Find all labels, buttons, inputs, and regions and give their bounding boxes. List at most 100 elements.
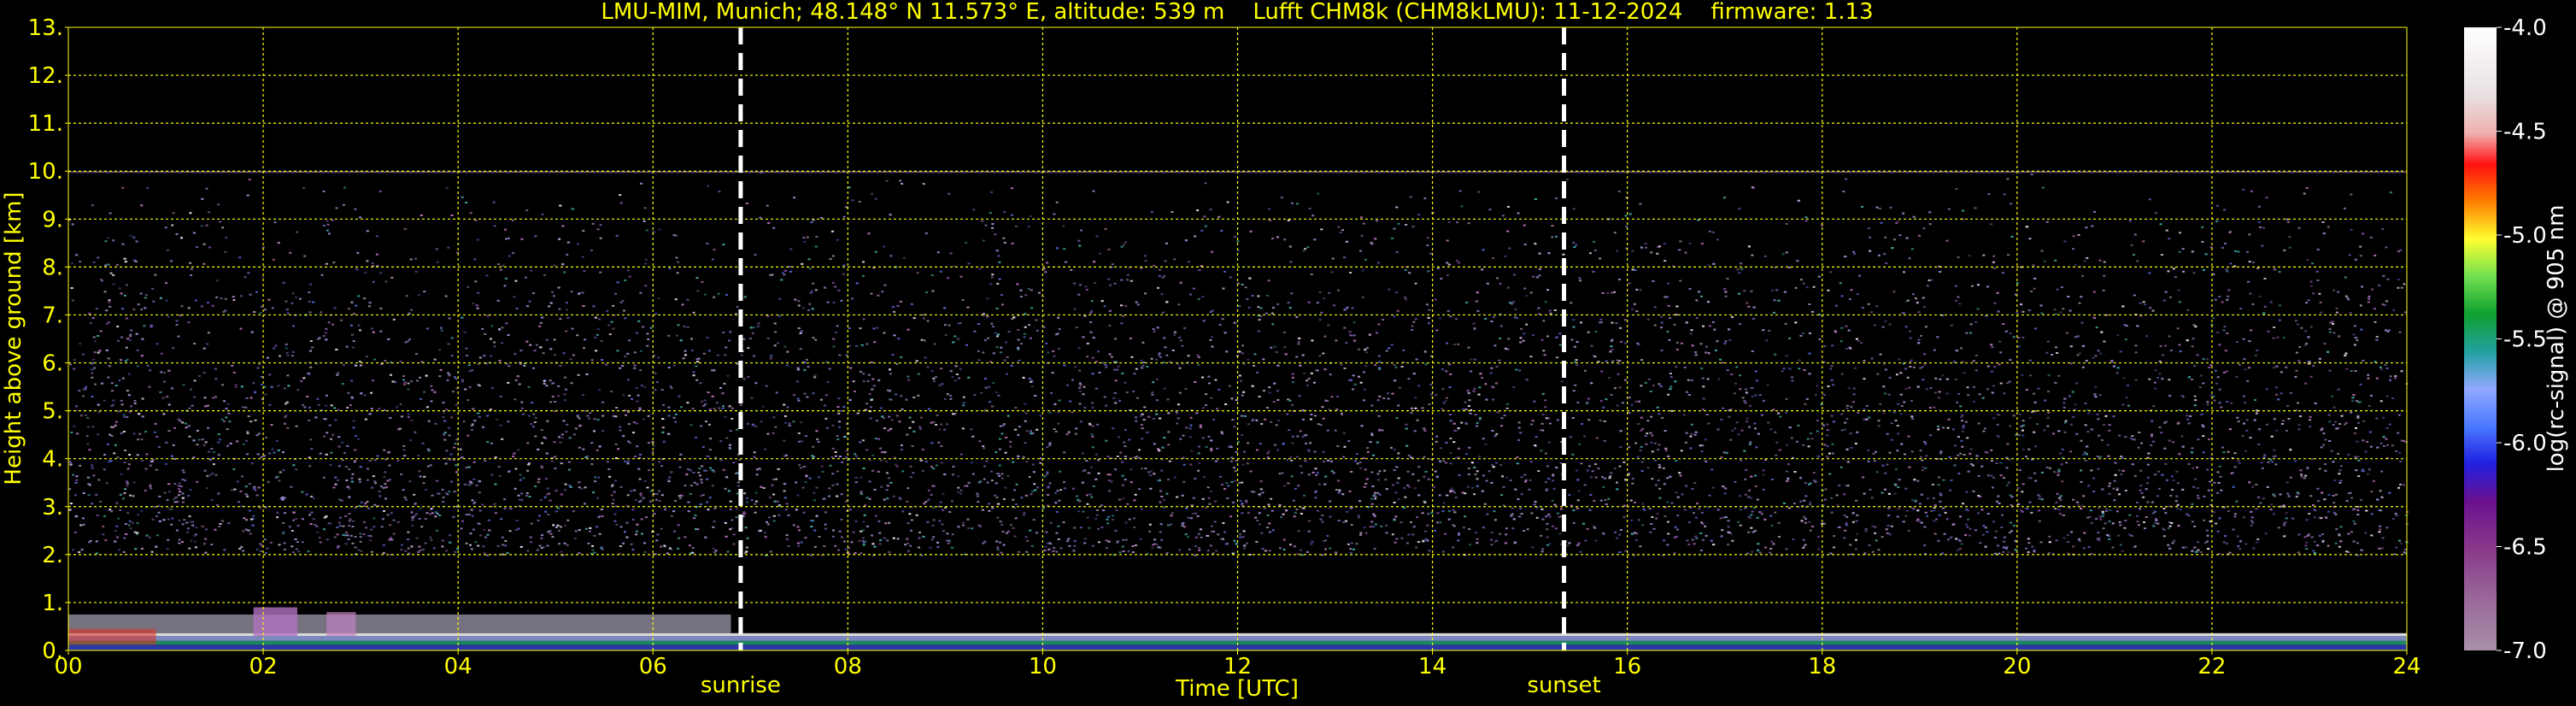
noise-dot (795, 509, 798, 511)
noise-dot (951, 533, 954, 536)
noise-dot (1288, 245, 1292, 248)
noise-dot (2382, 274, 2385, 277)
noise-dot (1610, 472, 1613, 474)
noise-dot (2306, 259, 2309, 261)
noise-dot (1904, 487, 1908, 490)
noise-dot (1525, 379, 1529, 381)
noise-dot (1676, 515, 1680, 517)
noise-dot (2043, 429, 2046, 432)
noise-dot (1453, 511, 1457, 514)
plot-area (67, 26, 2409, 651)
noise-dot (1121, 484, 1124, 486)
noise-dot (2177, 289, 2180, 291)
noise-dot (2192, 338, 2195, 340)
noise-dot (2255, 483, 2258, 485)
noise-dot (527, 385, 531, 388)
noise-dot (1434, 529, 1437, 532)
noise-dot (2313, 516, 2316, 519)
noise-dot (490, 338, 492, 340)
noise-dot (1704, 438, 1707, 441)
noise-dot (1754, 370, 1757, 373)
noise-dot (839, 409, 842, 412)
noise-dot (2303, 344, 2307, 347)
noise-dot (1593, 240, 1596, 243)
noise-dot (2282, 522, 2286, 525)
noise-dot (1904, 387, 1908, 390)
noise-dot (764, 532, 767, 534)
noise-dot (983, 339, 987, 342)
noise-dot (454, 550, 457, 553)
noise-dot (2097, 532, 2100, 534)
noise-dot (73, 425, 76, 427)
noise-dot (1213, 521, 1217, 523)
noise-dot (2152, 405, 2156, 407)
noise-dot (415, 513, 419, 515)
noise-dot (1845, 515, 1849, 518)
noise-dot (1149, 470, 1153, 473)
noise-dot (1127, 550, 1130, 552)
noise-dot (410, 309, 413, 311)
noise-dot (1867, 303, 1870, 305)
noise-dot (1257, 306, 1260, 309)
noise-dot (1817, 548, 1821, 550)
noise-dot (1740, 262, 1742, 265)
noise-dot (1767, 421, 1770, 424)
noise-dot (1460, 205, 1464, 208)
noise-dot (1877, 254, 1881, 256)
noise-dot (1908, 257, 1911, 260)
noise-dot (1611, 321, 1614, 324)
noise-dot (465, 347, 468, 350)
noise-dot (2338, 545, 2341, 548)
noise-dot (501, 544, 504, 546)
noise-dot (415, 353, 418, 355)
noise-dot (1188, 548, 1191, 550)
noise-dot (1134, 493, 1137, 496)
noise-dot (1257, 295, 1260, 297)
noise-dot (2257, 221, 2261, 223)
noise-dot (1693, 433, 1697, 436)
noise-dot (2257, 496, 2260, 498)
noise-dot (658, 500, 661, 503)
noise-dot (193, 379, 197, 382)
noise-dot (1196, 354, 1200, 356)
noise-dot (1854, 367, 1857, 369)
noise-dot (2193, 395, 2197, 397)
noise-dot (2139, 485, 2143, 487)
noise-dot (2027, 448, 2031, 450)
noise-dot (2208, 367, 2211, 368)
noise-dot (311, 346, 314, 349)
noise-dot (836, 438, 840, 440)
noise-dot (1190, 450, 1194, 452)
noise-dot (1555, 235, 1558, 238)
noise-dot (2063, 402, 2066, 404)
noise-dot (951, 500, 954, 503)
noise-dot (961, 298, 965, 301)
noise-dot (751, 332, 754, 334)
noise-dot (994, 332, 997, 334)
noise-dot (414, 257, 417, 260)
noise-dot (595, 350, 597, 352)
noise-dot (268, 374, 272, 376)
noise-dot (2074, 403, 2077, 406)
noise-dot (1472, 322, 1476, 325)
noise-dot (2164, 512, 2168, 515)
noise-dot (384, 471, 387, 474)
noise-dot (2197, 438, 2200, 441)
noise-dot (555, 510, 558, 513)
noise-dot (598, 389, 601, 391)
noise-dot (614, 479, 617, 482)
noise-dot (513, 398, 517, 401)
noise-dot (1105, 547, 1108, 549)
noise-dot (1359, 250, 1363, 252)
noise-dot (2325, 517, 2328, 519)
noise-dot (1790, 437, 1793, 439)
noise-dot (2146, 476, 2150, 479)
noise-dot (970, 462, 973, 464)
noise-dot (674, 500, 678, 503)
noise-dot (2258, 295, 2262, 297)
noise-dot (2048, 467, 2051, 469)
noise-dot (346, 445, 349, 447)
noise-dot (119, 359, 122, 362)
noise-dot (785, 503, 789, 505)
noise-dot (1468, 528, 1471, 531)
